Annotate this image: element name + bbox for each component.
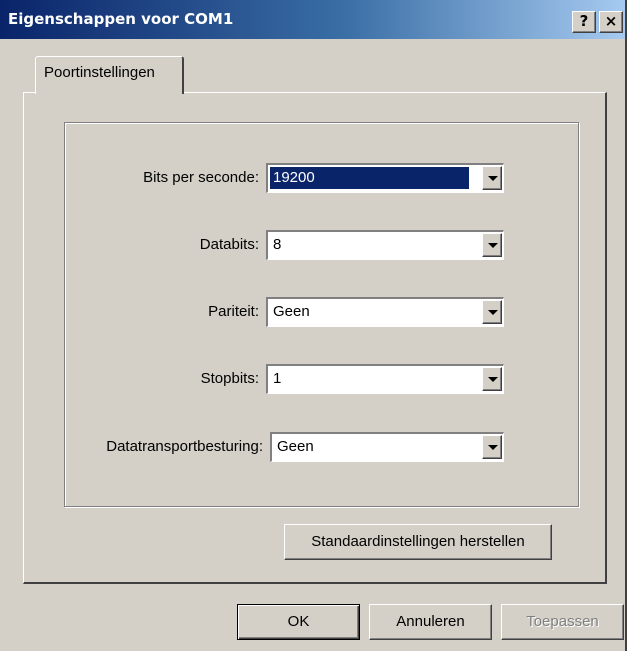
tab-poortinstellingen[interactable]: Poortinstellingen <box>35 56 184 94</box>
properties-dialog: Eigenschappen voor COM1 ? × Poortinstell… <box>0 0 627 651</box>
window-title: Eigenschappen voor COM1 <box>8 10 234 28</box>
help-button[interactable]: ? <box>572 11 596 33</box>
ok-button[interactable]: OK <box>237 604 360 640</box>
close-button[interactable]: × <box>599 11 623 33</box>
tab-label: Poortinstellingen <box>44 64 155 81</box>
tab-panel <box>23 92 607 584</box>
apply-button[interactable]: Toepassen <box>501 604 624 640</box>
cancel-button[interactable]: Annuleren <box>369 604 492 640</box>
title-bar[interactable]: Eigenschappen voor COM1 ? × <box>0 0 625 39</box>
